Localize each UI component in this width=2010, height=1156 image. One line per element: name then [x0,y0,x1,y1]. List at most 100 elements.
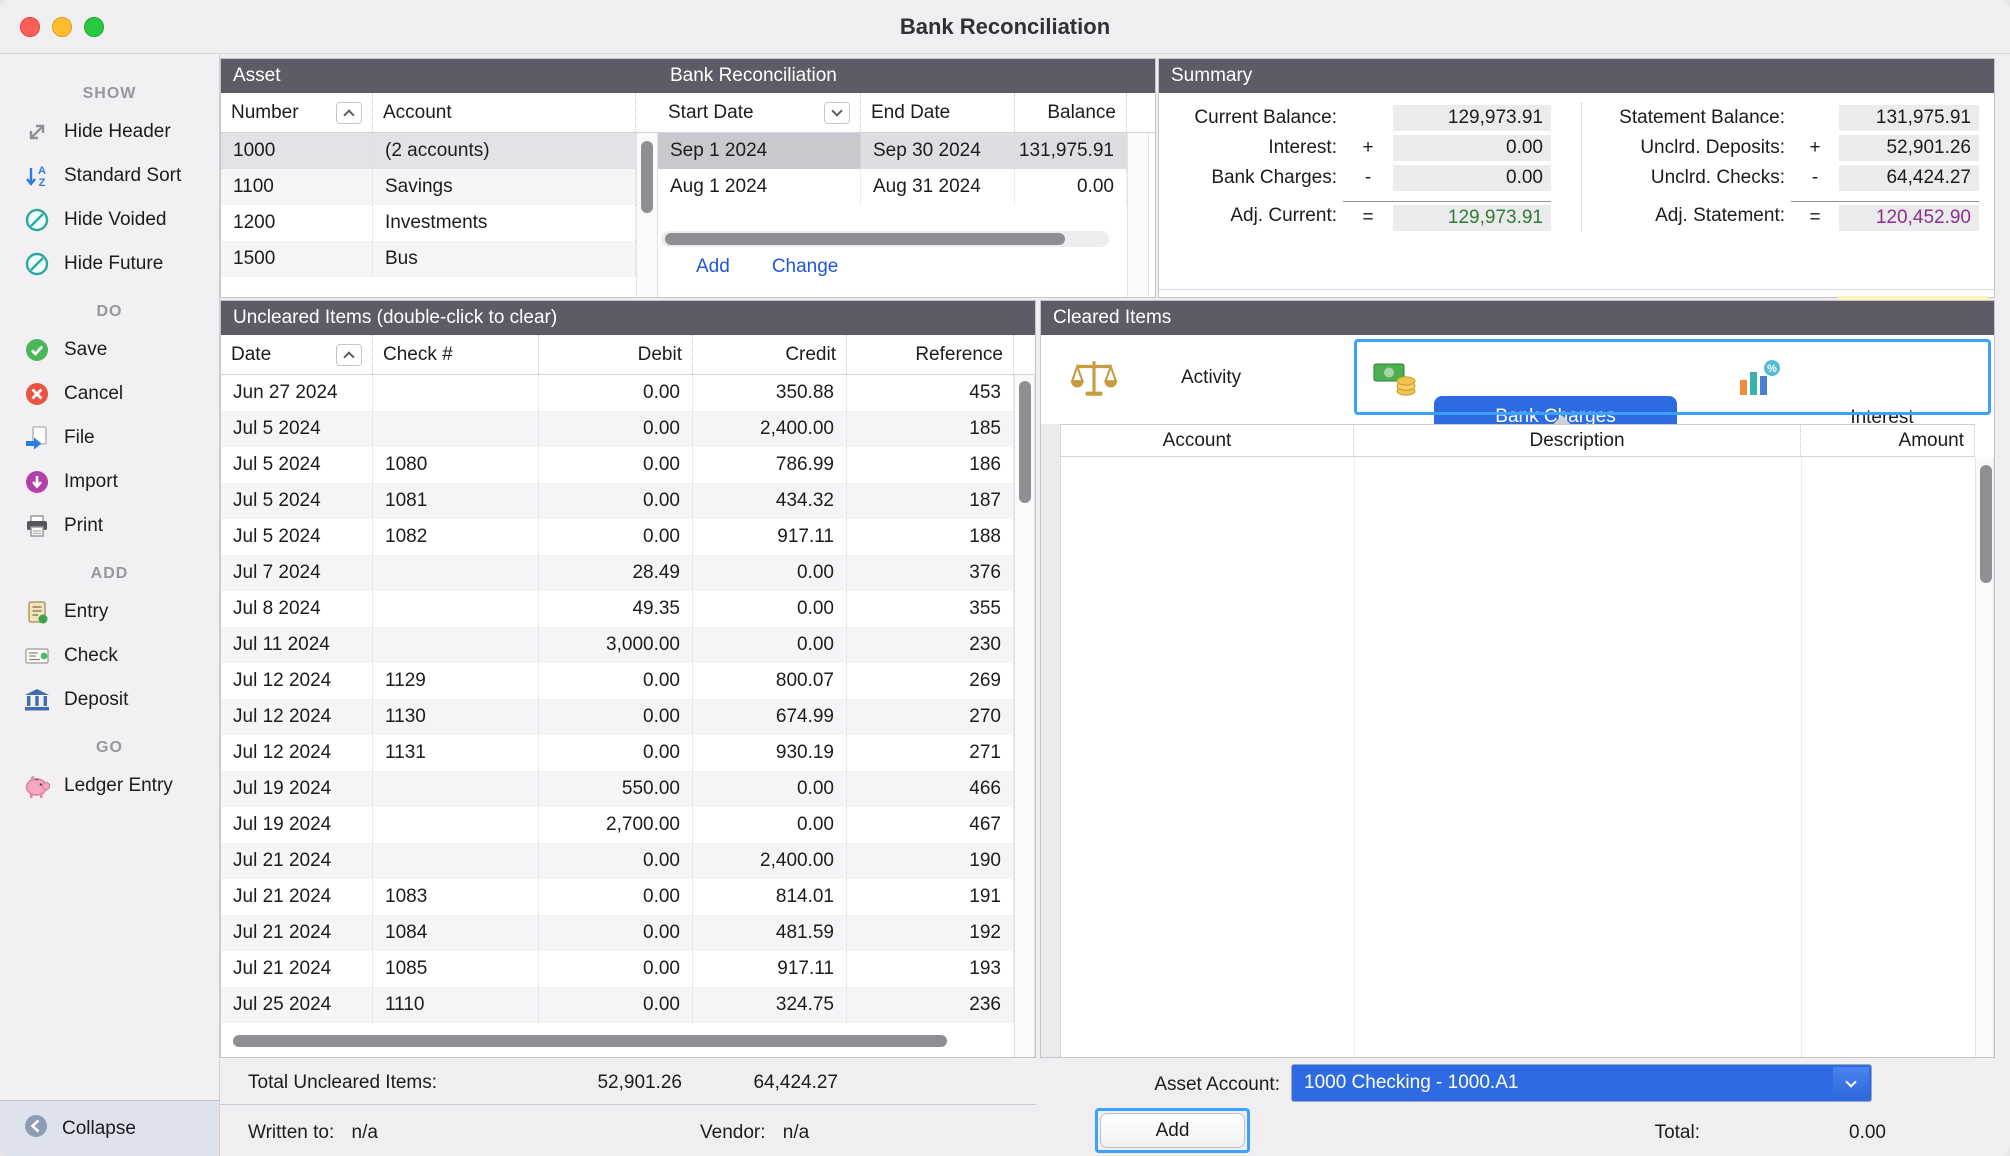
uncleared-table-row[interactable]: Jul 12 2024 1131 0.00 930.19 271 [221,735,1014,771]
uncleared-table-row[interactable]: Jul 19 2024 2,700.00 0.00 467 [221,807,1014,843]
uncleared-table-row[interactable]: Jul 7 2024 28.49 0.00 376 [221,555,1014,591]
bankrec-table-row[interactable]: Aug 1 2024 Aug 31 2024 0.00 [658,169,1127,205]
asset-table-row[interactable]: 1500 Bus [221,241,658,277]
window-title: Bank Reconciliation [0,0,2010,54]
sidebar-item-print[interactable]: Print [0,504,219,548]
uncleared-col-reference[interactable]: Reference [847,335,1014,374]
vendor-label: Vendor: [700,1122,766,1143]
uncleared-horizontal-scrollbar-thumb[interactable] [233,1035,947,1047]
bank-building-icon [22,685,52,715]
current-balance-label: Current Balance: [1159,107,1343,129]
sidebar-item-hide-voided[interactable]: Hide Voided [0,198,219,242]
uncleared-table-row[interactable]: Jul 5 2024 1082 0.00 917.11 188 [221,519,1014,555]
written-to-label: Written to: [248,1122,334,1143]
asset-col-number[interactable]: Number [221,93,373,132]
sidebar-item-deposit[interactable]: Deposit [0,678,219,722]
current-balance-value: 129,973.91 [1393,105,1551,131]
uncleared-table-row[interactable]: Jul 12 2024 1130 0.00 674.99 270 [221,699,1014,735]
uncleared-items-panel: Uncleared Items (double-click to clear) … [220,300,1036,1058]
sidebar-item-save[interactable]: Save [0,328,219,372]
uncleared-table-row[interactable]: Jul 8 2024 49.35 0.00 355 [221,591,1014,627]
collapse-button[interactable]: Collapse [0,1100,219,1156]
sort-ascending-button[interactable] [336,344,362,366]
sidebar-item-check[interactable]: Check [0,634,219,678]
asset-table-row[interactable]: 1100 Savings [221,169,658,205]
asset-table-row[interactable]: 1200 Investments [221,205,658,241]
piggy-bank-icon [22,771,52,801]
uncleared-table-row[interactable]: Jul 21 2024 0.00 2,400.00 190 [221,843,1014,879]
uncleared-col-debit[interactable]: Debit [539,335,693,374]
sidebar-item-file[interactable]: File [0,416,219,460]
uncleared-table-row[interactable]: Jul 11 2024 3,000.00 0.00 230 [221,627,1014,663]
uncleared-table-row[interactable]: Jul 12 2024 1129 0.00 800.07 269 [221,663,1014,699]
adjusted-current-value: 129,973.91 [1393,205,1551,231]
sidebar-section-do: DO [0,296,219,328]
summary-panel: Summary Current Balance:129,973.91 Inter… [1158,58,1995,298]
uncleared-table-row[interactable]: Jul 25 2024 1110 0.00 324.75 236 [221,987,1014,1023]
sidebar-item-import[interactable]: Import [0,460,219,504]
interest-label: Interest: [1159,137,1343,159]
asset-table-row[interactable]: 1000 (2 accounts) [221,133,658,169]
chevron-down-icon[interactable] [1833,1067,1869,1099]
bank-charges-value: 0.00 [1393,165,1551,191]
uncleared-table-row[interactable]: Jul 5 2024 0.00 2,400.00 185 [221,411,1014,447]
asset-account-select[interactable]: 1000 Checking - 1000.A1 [1291,1064,1872,1102]
check-circle-icon [22,335,52,365]
uncleared-table-row[interactable]: Jul 21 2024 1083 0.00 814.01 191 [221,879,1014,915]
scrollbar-thumb[interactable] [665,233,1065,245]
summary-current-column: Current Balance:129,973.91 Interest:+0.0… [1159,103,1581,231]
uncleared-table-row[interactable]: Jul 19 2024 550.00 0.00 466 [221,771,1014,807]
expand-diagonal-icon [22,117,52,147]
collapse-label: Collapse [62,1118,136,1140]
sort-ascending-button[interactable] [336,102,362,124]
written-to-row: Written to: n/a [248,1118,378,1148]
sidebar-item-standard-sort[interactable]: AZ Standard Sort [0,154,219,198]
add-statement-link[interactable]: Add [696,256,730,278]
uncleared-col-date[interactable]: Date [221,335,373,374]
scrollbar-thumb[interactable] [1980,465,1992,583]
sidebar-item-hide-future[interactable]: Hide Future [0,242,219,286]
cleared-col-amount[interactable]: Amount [1801,425,1975,456]
bankrec-table-row[interactable]: Sep 1 2024 Sep 30 2024 131,975.91 [658,133,1127,169]
add-cleared-item-button[interactable]: Add [1100,1113,1245,1148]
uncleared-table-row[interactable]: Jul 5 2024 1081 0.00 434.32 187 [221,483,1014,519]
void-circle-icon [22,205,52,235]
x-circle-icon [22,379,52,409]
interest-chart-icon: % [1736,357,1782,405]
bankrec-col-start-date[interactable]: Start Date [658,93,861,132]
printer-icon [22,511,52,541]
bankrec-col-balance[interactable]: Balance [1015,93,1127,132]
cleared-items-panel: Cleared Items Activity Bank Charges % In… [1040,300,1995,1058]
asset-table-row-partial[interactable] [221,277,658,298]
uncleared-col-credit[interactable]: Credit [693,335,847,374]
uncleared-column-headers: Date Check # Debit Credit Reference [221,335,1035,375]
uncleared-table: Jun 27 2024 0.00 350.88 453 Jul 5 2024 0… [221,375,1014,1023]
sidebar-section-show: SHOW [0,78,219,110]
cleared-panel-header: Cleared Items [1041,301,1994,335]
cleared-col-account[interactable]: Account [1041,425,1354,456]
uncleared-col-check[interactable]: Check # [373,335,539,374]
sidebar-item-ledger-entry[interactable]: Ledger Entry [0,764,219,808]
uncleared-panel-header: Uncleared Items (double-click to clear) [221,301,1035,335]
scrollbar-thumb[interactable] [641,141,653,213]
bankrec-column-headers: Start Date End Date Balance [658,93,1127,133]
sidebar-item-entry[interactable]: Entry [0,590,219,634]
total-uncleared-label: Total Uncleared Items: [248,1068,437,1098]
uncleared-table-row[interactable]: Jun 27 2024 0.00 350.88 453 [221,375,1014,411]
uncleared-table-row[interactable]: Jul 5 2024 1080 0.00 786.99 186 [221,447,1014,483]
date-dropdown-button[interactable] [824,102,850,124]
tab-activity-label: Activity [1181,341,1241,415]
asset-col-account[interactable]: Account [373,93,636,132]
cleared-col-description[interactable]: Description [1354,425,1801,456]
bankrec-col-end-date[interactable]: End Date [861,93,1015,132]
tab-activity[interactable]: Activity [1041,341,1356,415]
sidebar-item-hide-header[interactable]: Hide Header [0,110,219,154]
asset-panel: Asset Bank Reconciliation Number Account… [220,58,1156,298]
scrollbar-thumb[interactable] [1019,381,1031,503]
sidebar-item-cancel[interactable]: Cancel [0,372,219,416]
total-uncleared-debit: 52,901.26 [530,1068,682,1098]
uncleared-table-row[interactable]: Jul 21 2024 1085 0.00 917.11 193 [221,951,1014,987]
cleared-table [1041,457,1975,1057]
change-statement-link[interactable]: Change [772,256,839,278]
uncleared-table-row[interactable]: Jul 21 2024 1084 0.00 481.59 192 [221,915,1014,951]
